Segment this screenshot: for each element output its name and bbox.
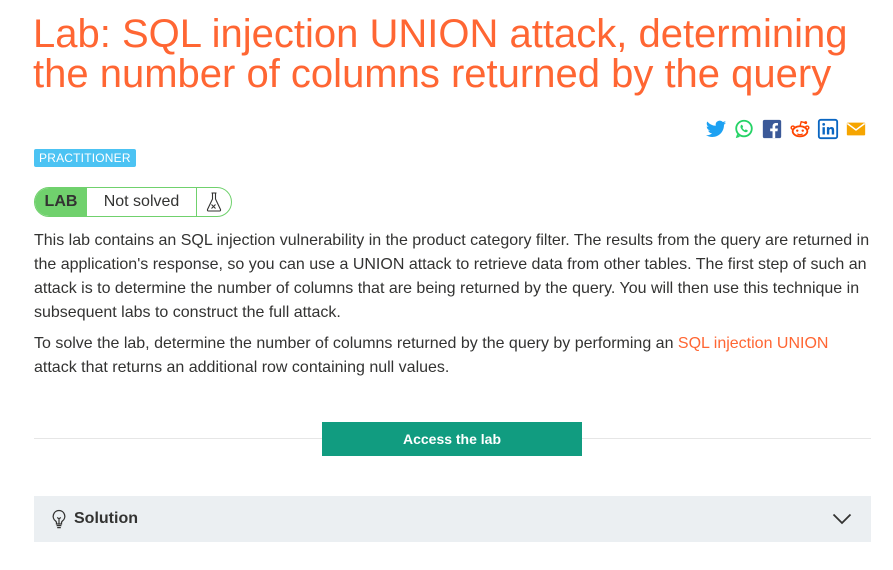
access-lab-button[interactable]: Access the lab xyxy=(322,422,582,456)
solution-accordion[interactable]: Solution xyxy=(34,496,871,542)
chevron-down-icon[interactable] xyxy=(832,513,852,525)
instructions-text-after: attack that returns an additional row co… xyxy=(34,359,450,376)
flask-icon-container xyxy=(196,188,231,216)
lab-status-text: Not solved xyxy=(103,193,180,210)
facebook-icon[interactable] xyxy=(761,118,783,140)
flask-icon xyxy=(206,192,222,212)
instructions-text-before: To solve the lab, determine the number o… xyxy=(34,335,678,352)
lab-status-widget: LAB Not solved xyxy=(34,187,232,217)
lab-description: This lab contains an SQL injection vulne… xyxy=(34,232,870,321)
solution-label: Solution xyxy=(74,510,138,527)
difficulty-badge: PRACTITIONER xyxy=(34,149,136,167)
whatsapp-icon[interactable] xyxy=(733,118,755,140)
lightbulb-icon xyxy=(52,509,66,529)
sql-injection-union-link[interactable]: SQL injection UNION xyxy=(678,335,829,352)
page-title: Lab: SQL injection UNION attack, determi… xyxy=(33,12,848,96)
linkedin-icon[interactable] xyxy=(817,118,839,140)
email-icon[interactable] xyxy=(845,118,867,140)
reddit-icon[interactable] xyxy=(789,118,811,140)
lab-label: LAB xyxy=(35,188,87,216)
lab-instructions: To solve the lab, determine the number o… xyxy=(34,332,874,380)
twitter-icon[interactable] xyxy=(705,118,727,140)
share-bar xyxy=(705,118,867,140)
